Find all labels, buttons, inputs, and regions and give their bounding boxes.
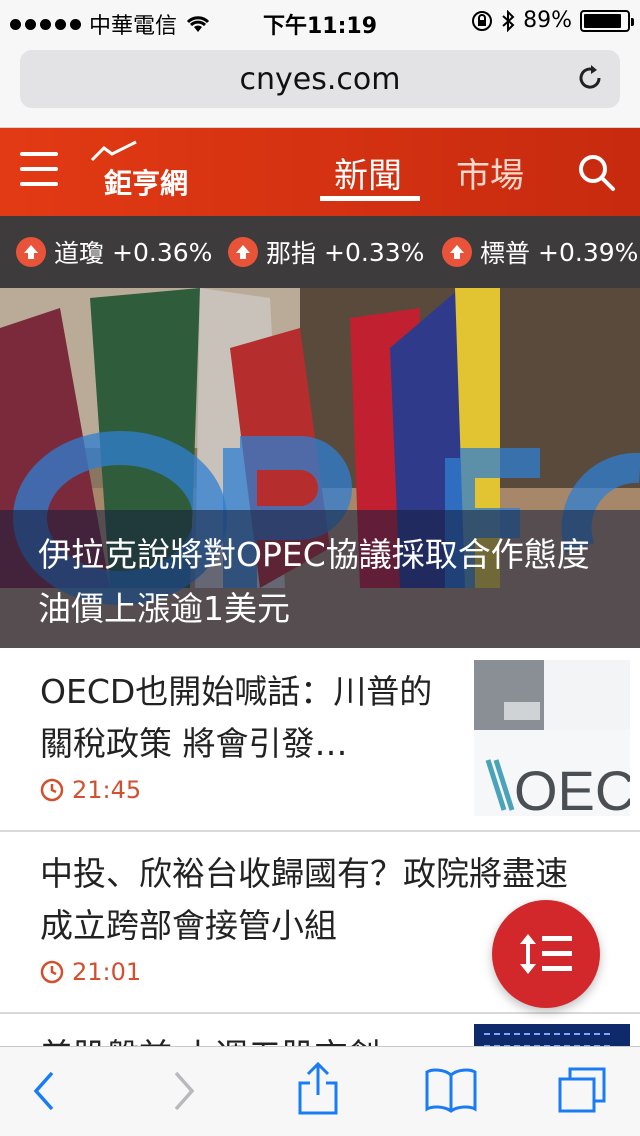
- tabs-icon[interactable]: [556, 1065, 608, 1115]
- up-arrow-icon: [16, 237, 46, 267]
- forward-icon[interactable]: [172, 1069, 198, 1113]
- time-text: 21:01: [72, 958, 142, 986]
- article-title[interactable]: OECD也開始喊話：川普的關稅政策 將會引發…: [40, 666, 440, 770]
- ticker-change: +0.36%: [112, 237, 213, 267]
- browser-chrome: cnyes.com: [0, 40, 640, 128]
- address-bar[interactable]: cnyes.com: [20, 50, 620, 108]
- clock-icon: [40, 960, 64, 984]
- ticker-item-nasdaq[interactable]: 那指 +0.33%: [228, 234, 424, 270]
- ticker-name: 標普: [480, 239, 531, 268]
- ticker-change: +0.33%: [324, 237, 425, 267]
- lock-rotation-icon: [472, 10, 493, 31]
- market-ticker: 道瓊 +0.36% 那指 +0.33% 標普 +0.39%: [0, 216, 640, 288]
- hamburger-icon[interactable]: [20, 152, 58, 190]
- ticker-name: 那指: [266, 239, 317, 268]
- tab-news[interactable]: 新聞: [334, 148, 402, 197]
- active-tab-indicator: [320, 196, 420, 201]
- url-text[interactable]: cnyes.com: [20, 62, 620, 97]
- ticker-name: 道瓊: [54, 239, 105, 268]
- tab-market[interactable]: 市場: [456, 148, 524, 197]
- ticker-change: +0.39%: [538, 237, 639, 267]
- sort-list-button[interactable]: [492, 900, 600, 1008]
- time-text: 21:45: [72, 776, 142, 804]
- up-arrow-icon: [442, 237, 472, 267]
- ticker-item-sp500[interactable]: 標普 +0.39%: [442, 234, 638, 270]
- article-time: 21:45: [40, 776, 141, 804]
- sort-list-icon: [520, 934, 572, 974]
- article-thumbnail[interactable]: OEC: [474, 660, 630, 816]
- status-icons: 89%: [471, 8, 634, 33]
- article-time: 21:01: [40, 958, 141, 986]
- hero-article[interactable]: 伊拉克說將對OPEC協議採取合作態度 油價上漲逾1美元: [0, 288, 640, 648]
- clock-icon: [40, 778, 64, 802]
- battery-percent: 89%: [523, 8, 572, 33]
- search-icon[interactable]: [576, 152, 616, 192]
- site-header: 鉅亨網 新聞 市場: [0, 128, 640, 216]
- bluetooth-icon: [502, 9, 515, 32]
- logo-mark: [90, 140, 137, 162]
- status-bar: 中華電信 下午11:19 89%: [0, 0, 640, 40]
- battery-icon: [580, 9, 634, 32]
- hero-title[interactable]: 伊拉克說將對OPEC協議採取合作態度 油價上漲逾1美元: [38, 528, 608, 636]
- reload-icon[interactable]: [574, 62, 606, 94]
- back-icon[interactable]: [30, 1069, 56, 1113]
- list-item[interactable]: OECD也開始喊話：川普的關稅政策 將會引發… 21:45 OEC: [0, 648, 640, 832]
- share-icon[interactable]: [296, 1061, 340, 1117]
- site-logo[interactable]: 鉅亨網: [104, 162, 188, 202]
- bookmarks-icon[interactable]: [424, 1067, 478, 1113]
- svg-text:OEC: OEC: [514, 759, 630, 816]
- ticker-item-dow[interactable]: 道瓊 +0.36%: [16, 234, 212, 270]
- up-arrow-icon: [228, 237, 258, 267]
- browser-toolbar: [0, 1046, 640, 1136]
